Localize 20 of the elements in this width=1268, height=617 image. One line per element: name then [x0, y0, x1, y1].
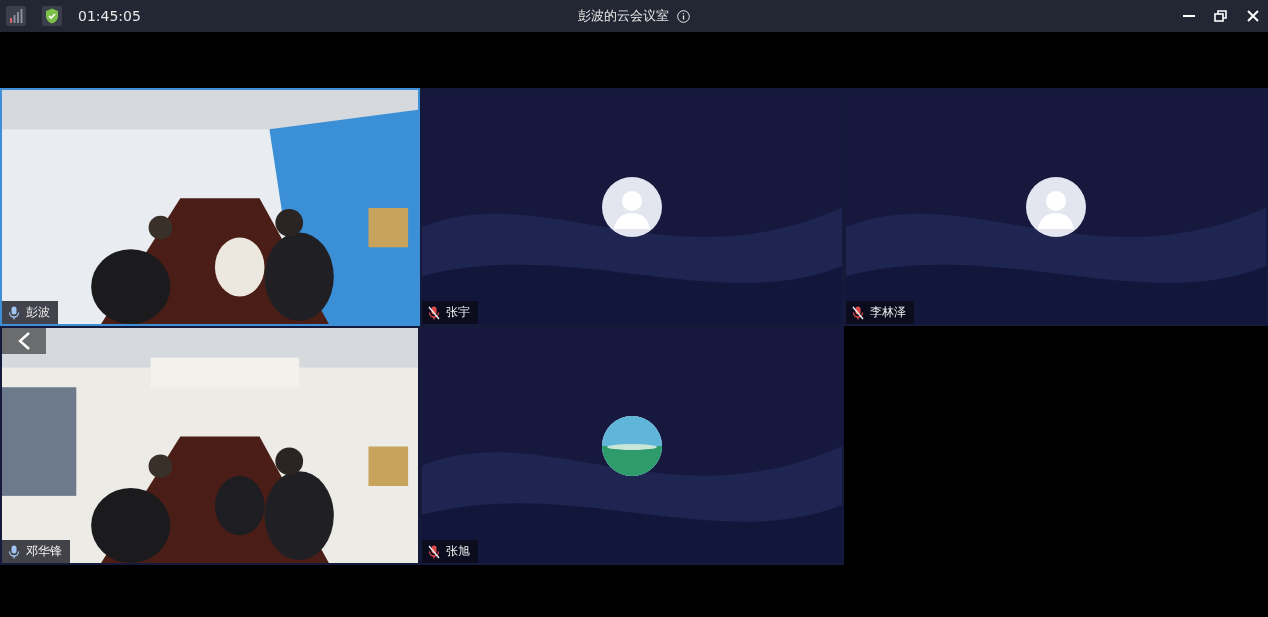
video-tile[interactable]: 李林泽 [844, 88, 1268, 326]
restore-icon [1214, 9, 1228, 23]
participant-name: 邓华锋 [26, 543, 62, 560]
video-tile[interactable]: 张旭 [420, 326, 844, 565]
video-tile[interactable]: 张宇 [420, 88, 844, 326]
meeting-timer: 01:45:05 [78, 8, 141, 24]
restore-button[interactable] [1212, 7, 1230, 25]
participant-name: 李林泽 [870, 304, 906, 321]
window-title: 彭波的云会议室 [578, 7, 669, 25]
video-tile[interactable]: 邓华锋 [0, 326, 420, 565]
participant-name: 张旭 [446, 543, 470, 560]
back-button[interactable] [2, 328, 46, 354]
signal-icon[interactable] [6, 6, 26, 26]
participant-name: 张宇 [446, 304, 470, 321]
info-icon[interactable] [677, 9, 690, 23]
chevron-left-icon [17, 331, 31, 351]
participant-name: 彭波 [26, 304, 50, 321]
video-tile[interactable]: 彭波 [0, 88, 420, 326]
shield-icon[interactable] [42, 6, 62, 26]
close-icon [1246, 9, 1260, 23]
